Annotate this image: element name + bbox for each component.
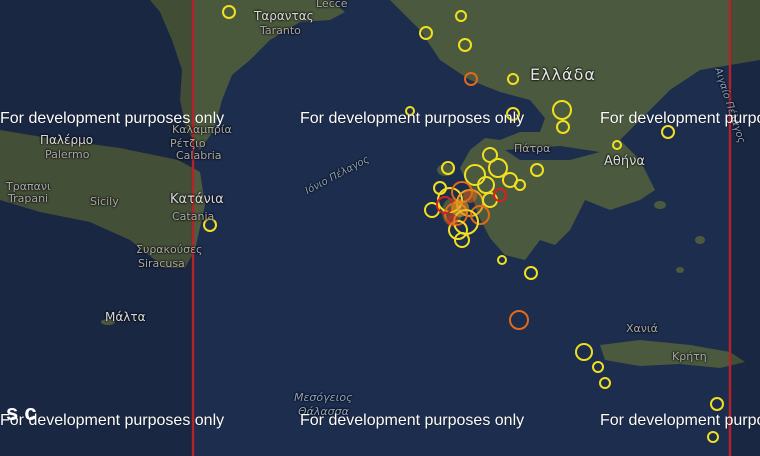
dev-watermark: For development purposes only <box>300 412 525 429</box>
dev-watermark: For development purposes only <box>600 412 760 429</box>
map-canvas <box>0 0 760 456</box>
label-taranto-greek: Ταραντας <box>254 9 314 23</box>
dev-watermark: For development purposes only <box>600 110 760 127</box>
label-catania: Catania <box>172 210 215 223</box>
label-palermo: Palermo <box>45 148 90 161</box>
label-palermo-greek: Παλέρμο <box>40 133 94 147</box>
label-siracusa: Siracusa <box>138 257 185 270</box>
label-chania: Χανιά <box>626 322 658 335</box>
label-patra: Πάτρα <box>514 142 551 155</box>
label-reggio-greek: Ρέτζιο <box>170 137 206 150</box>
label-athens: Αθήνα <box>604 154 645 169</box>
label-taranto: Taranto <box>260 24 301 37</box>
label-crete: Κρήτη <box>672 350 707 363</box>
label-syracuse-greek: Συρακούσες <box>136 243 203 256</box>
label-malta: Μάλτα <box>105 310 146 324</box>
dev-watermark: For development purposes only <box>0 110 225 127</box>
label-greece: Ελλάδα <box>530 65 596 84</box>
label-trapani: Trapani <box>8 192 49 205</box>
label-lecce: Lecce <box>316 0 348 10</box>
map-view[interactable]: Ταραντας Taranto Lecce Ελλάδα Παλέρμο Pa… <box>0 0 760 456</box>
label-sicily: Sicily <box>90 195 119 208</box>
overlay-fragment: s c <box>6 400 37 425</box>
label-med-sea-1: Μεσόγειος <box>294 391 353 404</box>
label-calabria: Calabria <box>176 149 222 162</box>
dev-watermark: For development purposes only <box>300 110 525 127</box>
label-catania-greek: Κατάνια <box>170 192 224 207</box>
